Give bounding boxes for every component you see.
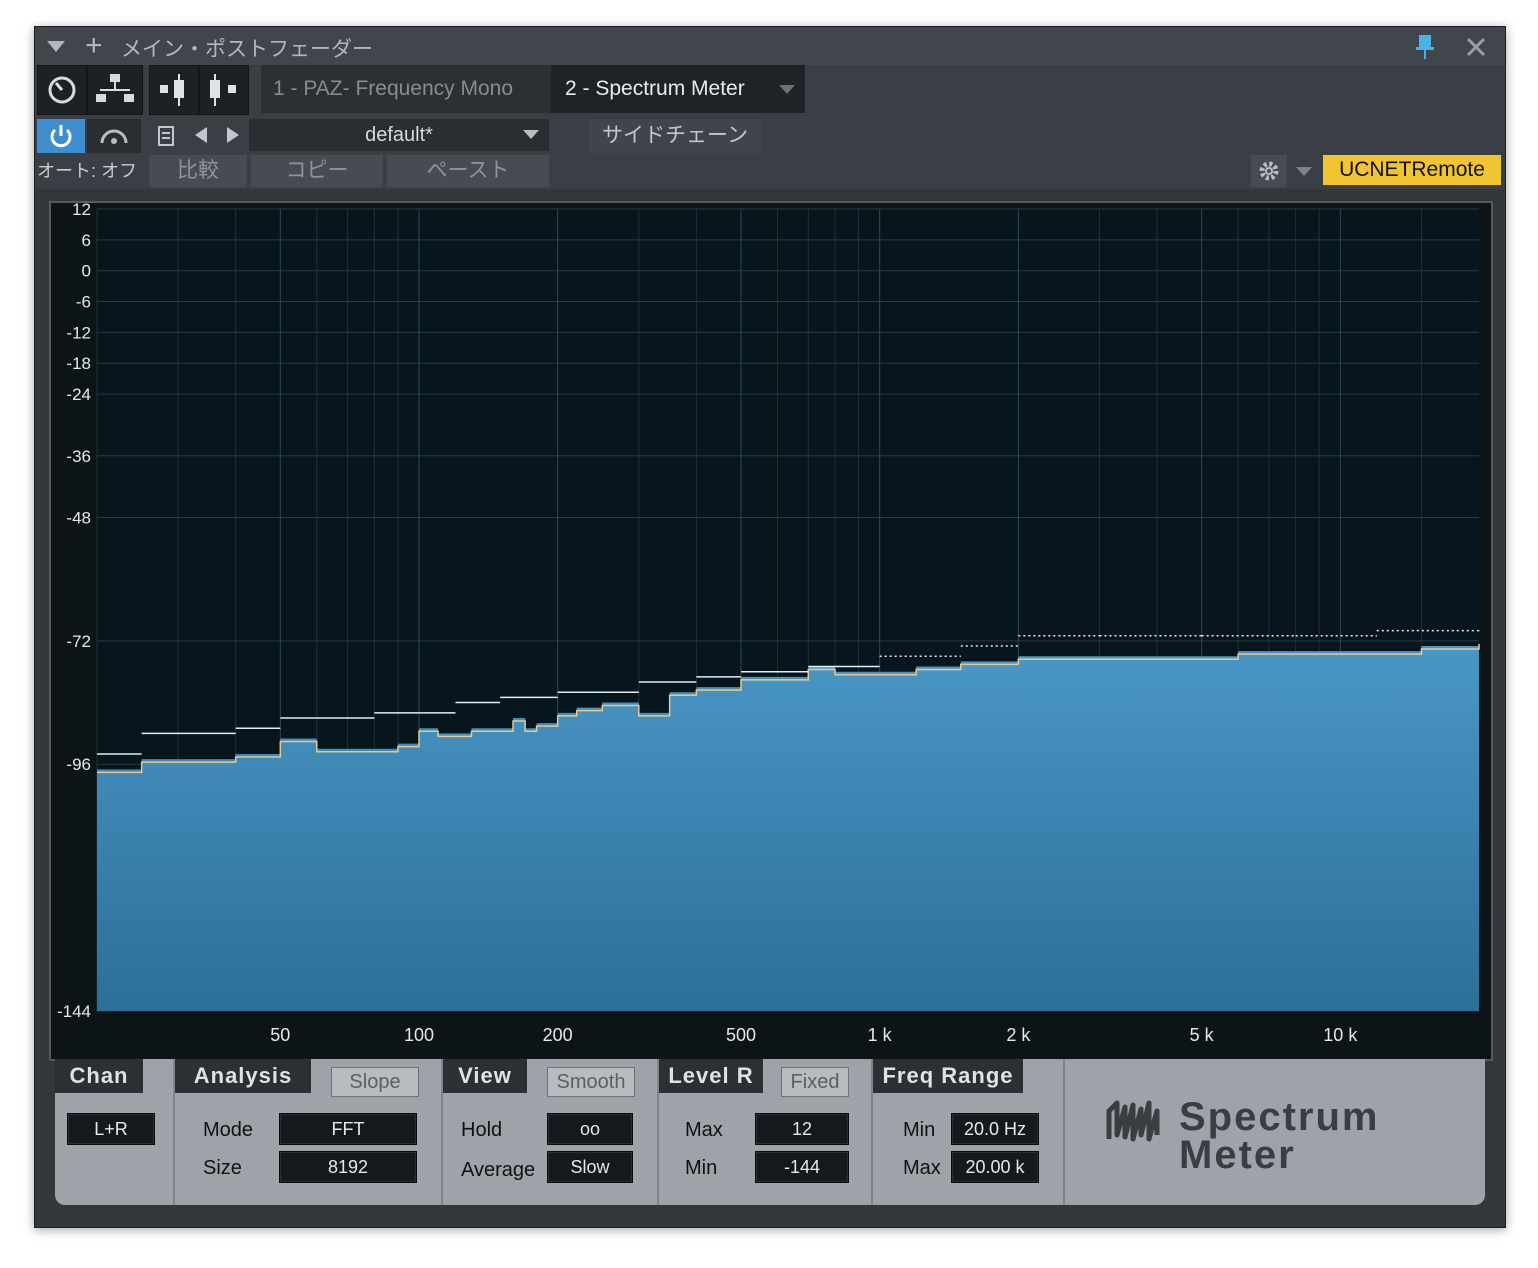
y-tick-label: 12 [72, 203, 91, 219]
chan-section-title: Chan [55, 1059, 143, 1093]
level-max-label: Max [685, 1119, 723, 1141]
close-icon[interactable] [1465, 36, 1487, 58]
preset-name: default* [365, 124, 433, 146]
y-tick-label: -12 [66, 323, 91, 342]
settings-dropdown-button[interactable] [1289, 155, 1319, 187]
document-icon [158, 126, 174, 146]
chevron-down-icon [1296, 167, 1312, 176]
monitor-button[interactable] [87, 119, 141, 153]
routing-button[interactable] [87, 65, 143, 115]
preset-selector[interactable]: default* [249, 119, 549, 151]
prev-preset-icon[interactable] [195, 127, 207, 143]
insert-left-icon [160, 74, 184, 106]
preset-dropdown-icon [523, 130, 539, 139]
preset-file-button[interactable] [149, 119, 183, 153]
average-label: Average [461, 1159, 536, 1181]
insert-left-button[interactable] [149, 65, 199, 115]
tab-spectrum-meter[interactable]: 2 - Spectrum Meter [551, 65, 805, 113]
x-tick-label: 50 [270, 1025, 290, 1045]
y-tick-label: -6 [76, 293, 91, 312]
level-min-label: Min [685, 1157, 718, 1179]
auto-status[interactable]: オート: オフ [37, 155, 145, 187]
channel-select[interactable]: L+R [67, 1113, 155, 1145]
spectrum-chart: 12 6 0 -6 -12 -18 -24 -36 -48 -72 -96 -144 50 100 200 5… [57, 203, 1480, 1045]
x-tick-label: 10 k [1323, 1025, 1358, 1045]
x-tick-label: 200 [543, 1025, 573, 1045]
routing-icon [96, 74, 134, 102]
x-tick-label: 2 k [1006, 1025, 1031, 1045]
hold-select[interactable]: oo [547, 1113, 633, 1145]
power-button[interactable] [37, 119, 85, 153]
tab-paz-frequency[interactable]: 1 - PAZ- Frequency Mono [261, 65, 551, 113]
tab-dropdown-icon[interactable] [779, 85, 795, 94]
view-section-title: View [443, 1059, 527, 1093]
mode-select[interactable]: FFT [279, 1113, 417, 1145]
settings-button[interactable] [1251, 155, 1287, 187]
freq-min-input[interactable]: 20.0 Hz [951, 1113, 1039, 1145]
clock-button[interactable] [37, 65, 87, 115]
analysis-section-title: Analysis [175, 1059, 311, 1093]
title-bar: + メイン・ポストフェーダー [35, 27, 1505, 65]
freq-range-section-title: Freq Range [873, 1059, 1023, 1093]
collapse-icon[interactable] [47, 41, 65, 52]
smooth-button[interactable]: Smooth [547, 1067, 635, 1097]
copy-button[interactable]: コピー [251, 155, 383, 187]
size-select[interactable]: 8192 [279, 1151, 417, 1183]
plugin-window: + メイン・ポストフェーダー 1 - PAZ- Frequency Mono 2… [34, 26, 1506, 1228]
y-tick-label: -36 [66, 447, 91, 466]
add-icon[interactable]: + [85, 29, 103, 63]
tab-label: 1 - PAZ- Frequency Mono [273, 77, 514, 100]
divider [1063, 1059, 1065, 1205]
product-logo-line2: Meter [1179, 1133, 1296, 1177]
freq-max-input[interactable]: 20.00 k [951, 1151, 1039, 1183]
insert-right-button[interactable] [199, 65, 249, 115]
x-tick-label: 500 [726, 1025, 756, 1045]
level-max-input[interactable]: 12 [755, 1113, 849, 1145]
sidechain-button[interactable]: サイドチェーン [589, 119, 761, 153]
presonus-logo-icon [1106, 1100, 1160, 1142]
next-preset-icon[interactable] [227, 127, 239, 143]
insert-right-icon [210, 74, 236, 106]
paste-button[interactable]: ペースト [387, 155, 549, 187]
y-tick-label: 6 [82, 231, 91, 250]
gear-icon [1259, 161, 1279, 181]
y-tick-label: 0 [82, 262, 91, 281]
y-tick-label: -18 [66, 354, 91, 373]
ucnet-remote-button[interactable]: UCNETRemote [1323, 155, 1501, 185]
x-tick-label: 100 [404, 1025, 434, 1045]
power-icon [50, 125, 72, 148]
product-logo-line1: Spectrum [1179, 1095, 1380, 1139]
window-title: メイン・ポストフェーダー [121, 38, 373, 61]
average-select[interactable]: Slow [547, 1151, 633, 1183]
clock-icon [48, 76, 76, 104]
y-tick-label: -48 [66, 508, 91, 527]
size-label: Size [203, 1157, 242, 1179]
headphone-icon [100, 129, 128, 144]
freq-min-label: Min [903, 1119, 936, 1141]
y-tick-label: -24 [66, 385, 91, 404]
pin-icon[interactable] [1415, 33, 1435, 61]
freq-max-label: Max [903, 1157, 941, 1179]
level-section-title: Level R [659, 1059, 763, 1093]
y-tick-label: -96 [66, 755, 91, 774]
y-tick-label: -72 [66, 632, 91, 651]
hold-label: Hold [461, 1119, 503, 1141]
x-tick-label: 1 k [868, 1025, 893, 1045]
level-min-input[interactable]: -144 [755, 1151, 849, 1183]
mode-label: Mode [203, 1119, 254, 1141]
slope-button[interactable]: Slope [331, 1067, 419, 1097]
compare-button[interactable]: 比較 [149, 155, 247, 187]
y-tick-label: -144 [57, 1002, 91, 1021]
x-tick-label: 5 k [1190, 1025, 1215, 1045]
tab-label: 2 - Spectrum Meter [565, 77, 745, 100]
spectrum-display: 12 6 0 -6 -12 -18 -24 -36 -48 -72 -96 -144 50 100 200 5… [49, 201, 1493, 1061]
fixed-button[interactable]: Fixed [781, 1067, 849, 1097]
control-panel: Chan L+R Analysis Slope Mode FFT Size 81… [55, 1059, 1485, 1205]
